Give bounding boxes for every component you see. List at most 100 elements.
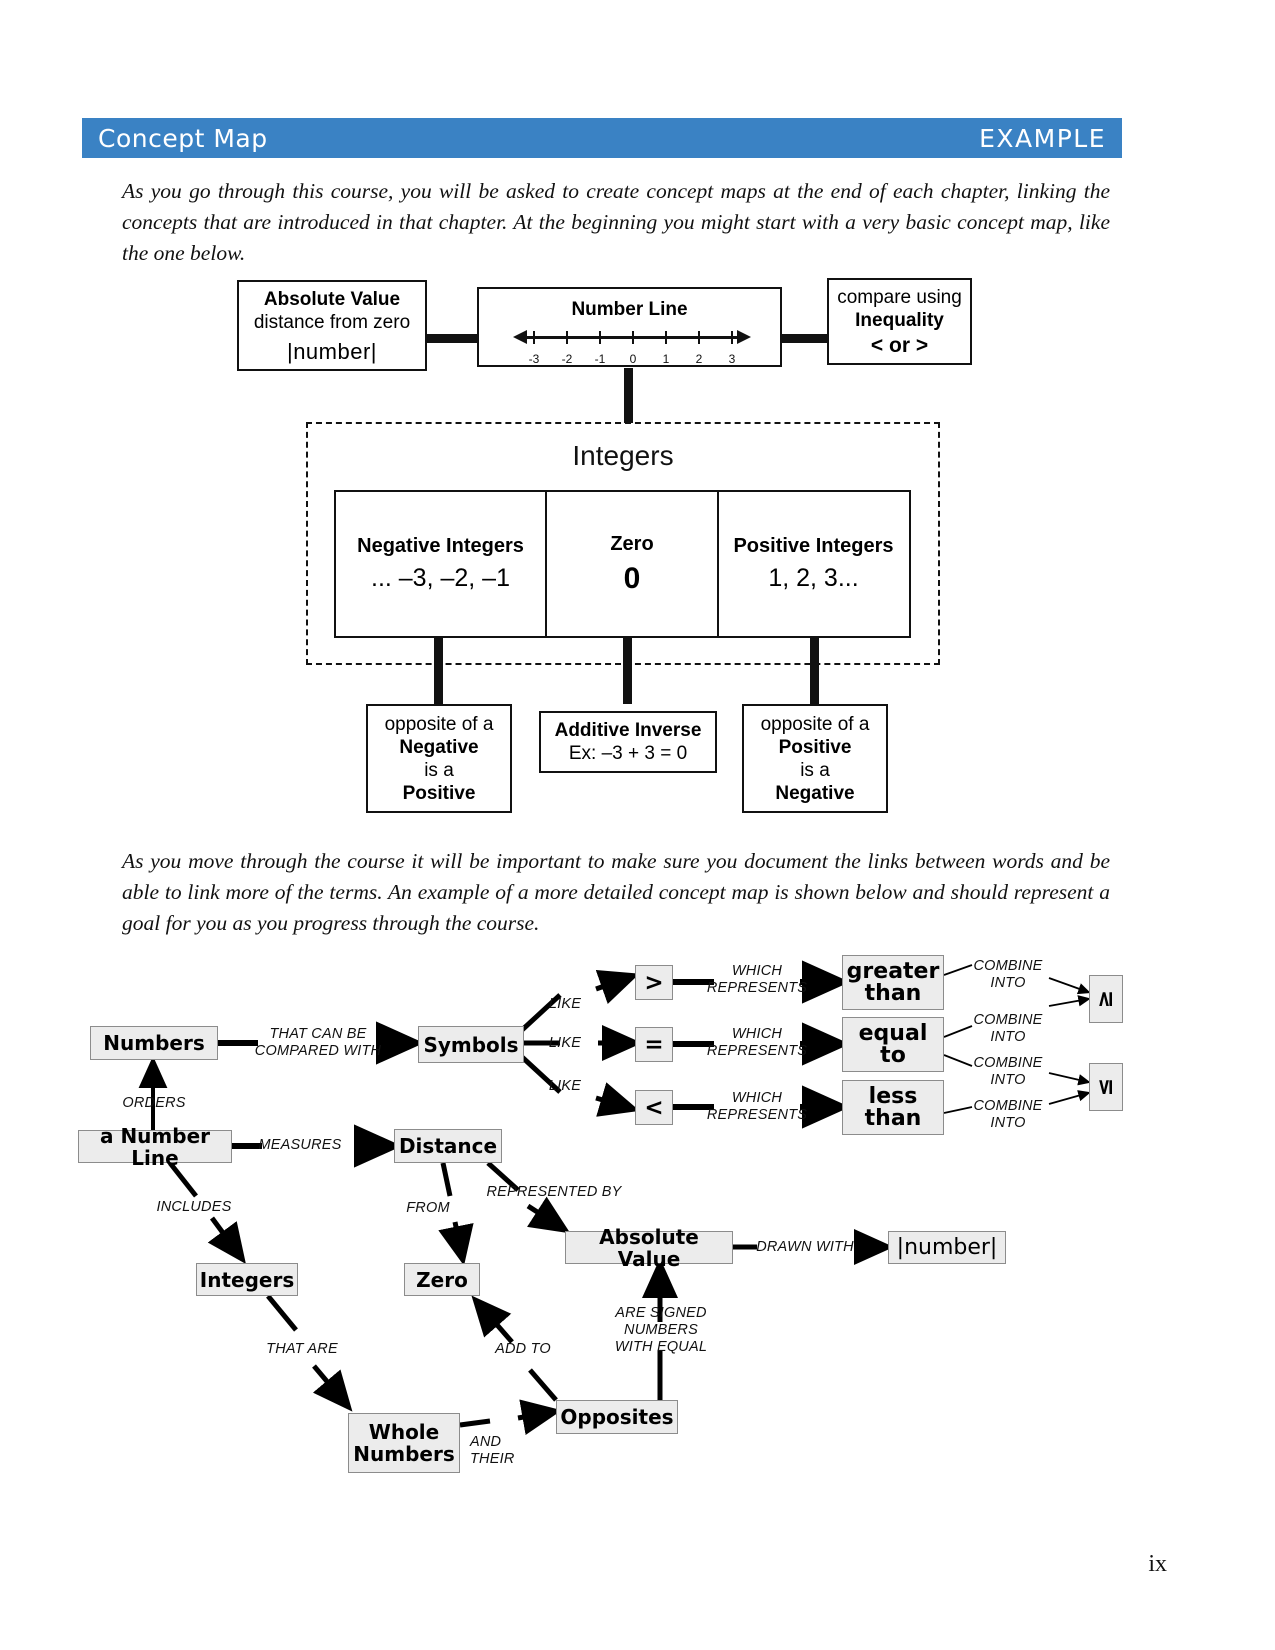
node-zero[interactable]: Zero — [404, 1263, 480, 1296]
opposite-positive-l3: is a — [800, 759, 830, 781]
integers-columns: Negative Integers ... –3, –2, –1 Zero 0 … — [334, 490, 911, 638]
number-line-tick: 1 — [662, 352, 670, 366]
node-label-line1: equal — [858, 1020, 928, 1046]
node-label-line1: less — [868, 1083, 918, 1109]
connector-zero-to-additive-inverse — [623, 638, 632, 704]
number-line-arrow-left — [513, 330, 527, 344]
number-line-title: Number Line — [571, 299, 688, 320]
absolute-value-notation: |number| — [286, 339, 378, 364]
opposite-negative-l4: Positive — [402, 782, 476, 804]
node-greater-than[interactable]: greater than — [842, 955, 944, 1010]
link-label-which-represents-3: WHICH REPRESENTS — [702, 1090, 812, 1124]
link-label-represented-by: REPRESENTED BY — [486, 1184, 622, 1200]
inequality-title: Inequality — [855, 310, 944, 331]
opposite-positive-l4: Negative — [775, 782, 855, 804]
node-opposites[interactable]: Opposites — [556, 1400, 678, 1434]
node-integers[interactable]: Integers — [196, 1263, 298, 1296]
box-absolute-value: Absolute Value distance from zero |numbe… — [237, 280, 427, 371]
node-label: a Number Line — [99, 1123, 211, 1170]
banner-tag: EXAMPLE — [979, 123, 1106, 153]
absolute-value-title: Absolute Value — [263, 289, 401, 310]
column-value: ... –3, –2, –1 — [371, 564, 510, 592]
node-less-or-equal[interactable]: ≤ — [1089, 1063, 1123, 1111]
page: Concept Map EXAMPLE As you go through th… — [0, 0, 1275, 1650]
link-label-and-their: AND THEIR — [470, 1434, 526, 1468]
link-label-like-1: LIKE — [548, 996, 582, 1012]
number-line-tick: -2 — [561, 352, 573, 366]
link-label-drawn-with: DRAWN WITH — [756, 1239, 854, 1255]
link-label-like-3: LIKE — [548, 1078, 582, 1094]
additive-inverse-example: Ex: –3 + 3 = 0 — [568, 743, 688, 764]
node-label: Distance — [398, 1134, 498, 1158]
inequality-intro: compare using — [837, 287, 962, 308]
link-label-combine-into-3: COMBINE INTO — [966, 1055, 1050, 1089]
column-heading: Negative Integers — [357, 535, 524, 557]
node-label-line2: than — [864, 1105, 922, 1131]
link-line2: INTO — [990, 975, 1026, 991]
link-line2: COMPARED WITH — [254, 1043, 382, 1059]
page-title: Concept Map — [98, 123, 268, 153]
link-line2: INTO — [990, 1029, 1026, 1045]
node-symbol-equals[interactable]: = — [635, 1027, 673, 1062]
node-greater-or-equal[interactable]: ≥ — [1089, 975, 1123, 1023]
opposite-positive-l2: Positive — [778, 736, 852, 758]
column-heading: Zero — [610, 532, 654, 555]
integers-group-label: Integers — [572, 440, 674, 471]
node-number-notation[interactable]: |number| — [888, 1231, 1006, 1264]
link-line1: AND — [470, 1434, 502, 1450]
node-absolute-value[interactable]: Absolute Value — [565, 1226, 733, 1270]
number-line-tick: 0 — [629, 352, 637, 366]
node-label-line2: than — [864, 980, 922, 1006]
connector-numberline-to-inequality — [780, 334, 828, 343]
link-line1: ARE SIGNED NUMBERS — [615, 1305, 707, 1338]
node-label-line2: Numbers — [353, 1442, 455, 1466]
link-label-are-signed-numbers-with-equal: ARE SIGNED NUMBERS WITH EQUAL — [578, 1305, 744, 1356]
link-line2: THEIR — [470, 1451, 515, 1467]
node-label: = — [644, 1031, 664, 1058]
link-line2: REPRESENTS — [706, 1043, 808, 1059]
connector-numberline-to-integers — [624, 368, 633, 423]
node-label-line2: to — [880, 1042, 906, 1068]
node-less-than[interactable]: less than — [842, 1080, 944, 1135]
link-label-which-represents-2: WHICH REPRESENTS — [702, 1026, 812, 1060]
connector-abs-to-numberline — [425, 334, 480, 343]
node-label: Numbers — [103, 1031, 205, 1055]
number-line-tick: 2 — [695, 352, 703, 366]
box-inequality: compare using Inequality < or > — [827, 278, 972, 365]
column-value: 1, 2, 3... — [768, 564, 859, 592]
link-label-measures: MEASURES — [258, 1137, 342, 1153]
node-symbol-less[interactable]: < — [635, 1090, 673, 1125]
number-line-tick: -1 — [594, 352, 606, 366]
link-line2: INTO — [990, 1115, 1026, 1131]
column-negative-integers: Negative Integers ... –3, –2, –1 — [336, 492, 545, 636]
node-symbol-greater[interactable]: > — [635, 965, 673, 1000]
link-label-which-represents-1: WHICH REPRESENTS — [702, 963, 812, 997]
column-positive-integers: Positive Integers 1, 2, 3... — [717, 492, 908, 636]
node-distance[interactable]: Distance — [394, 1129, 502, 1163]
column-zero: Zero 0 — [545, 492, 717, 636]
node-numbers[interactable]: Numbers — [90, 1026, 218, 1060]
node-label: < — [644, 1094, 664, 1121]
node-a-number-line[interactable]: a Number Line — [78, 1125, 232, 1169]
node-equal-to[interactable]: equal to — [842, 1017, 944, 1072]
link-line1: COMBINE — [973, 958, 1043, 974]
link-line1: WHICH — [731, 1026, 783, 1042]
node-whole-numbers[interactable]: Whole Numbers — [348, 1413, 460, 1473]
box-opposite-of-positive: opposite of a Positive is a Negative — [742, 704, 888, 813]
node-symbols[interactable]: Symbols — [418, 1026, 524, 1063]
link-label-orders: ORDERS — [122, 1095, 186, 1111]
node-label-line1: greater — [846, 958, 940, 984]
link-line2: INTO — [990, 1072, 1026, 1088]
link-line1: THAT CAN BE — [269, 1026, 367, 1042]
link-label-that-can-be-compared-with: THAT CAN BE COMPARED WITH — [248, 1026, 388, 1060]
connector-positive-to-opposite — [810, 638, 819, 704]
link-line2: REPRESENTS — [706, 1107, 808, 1123]
intro-paragraph: As you go through this course, you will … — [122, 179, 1110, 265]
node-label: |number| — [896, 1234, 998, 1260]
column-heading: Positive Integers — [733, 535, 894, 557]
link-label-like-2: LIKE — [548, 1035, 582, 1051]
link-label-combine-into-1: COMBINE INTO — [966, 958, 1050, 992]
node-label: ≤ — [1093, 1077, 1118, 1097]
column-value: 0 — [623, 561, 641, 595]
link-line1: COMBINE — [973, 1055, 1043, 1071]
